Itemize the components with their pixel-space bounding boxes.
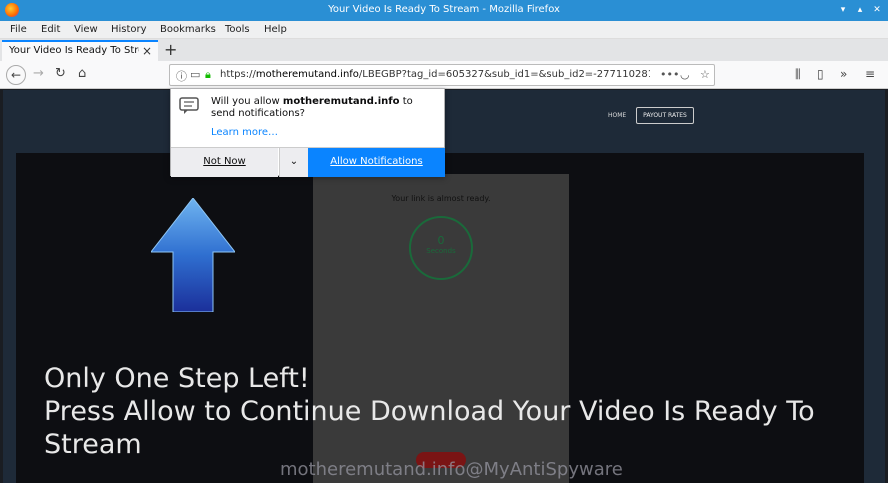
tab-close-icon[interactable]: ×: [142, 44, 152, 58]
lock-icon[interactable]: 🔒︎: [205, 68, 211, 82]
tab-label: Your Video Is Ready To Stream: [9, 45, 139, 56]
back-icon[interactable]: ←: [6, 65, 26, 85]
site-nav-home[interactable]: HOME: [608, 112, 626, 119]
headline-line-1: Only One Step Left!: [44, 363, 310, 394]
url-bar[interactable]: ⓘ ▭ 🔒︎ https://motheremutand.info/LBEGBP…: [169, 64, 715, 86]
site-nav-payout[interactable]: PAYOUT RATES: [636, 107, 694, 124]
ready-text: Your link is almost ready.: [391, 194, 491, 203]
home-icon[interactable]: ⌂: [78, 66, 86, 81]
sidebar-icon[interactable]: ▯: [817, 67, 824, 81]
popup-buttons: Not Now ⌄ Allow Notifications: [171, 147, 445, 177]
speech-bubble-icon: [179, 97, 199, 114]
countdown-unit: Seconds: [426, 247, 456, 255]
maximize-icon[interactable]: ▴: [853, 3, 867, 17]
menu-help[interactable]: Help: [264, 24, 287, 35]
menu-view[interactable]: View: [74, 24, 98, 35]
notification-permission-popup: Will you allow motheremutand.info to sen…: [170, 88, 445, 177]
learn-more-link[interactable]: Learn more…: [211, 127, 278, 138]
menu-edit[interactable]: Edit: [41, 24, 60, 35]
popup-message: Will you allow motheremutand.info to sen…: [211, 96, 413, 119]
info-icon[interactable]: ⓘ: [176, 68, 187, 84]
pocket-icon[interactable]: ◡: [680, 68, 690, 81]
menu-bookmarks[interactable]: Bookmarks: [160, 24, 216, 35]
not-now-button[interactable]: Not Now: [171, 148, 278, 177]
menubar: File Edit View History Bookmarks Tools H…: [0, 21, 888, 39]
window-titlebar: Your Video Is Ready To Stream - Mozilla …: [0, 0, 888, 21]
overflow-icon[interactable]: »: [840, 67, 847, 81]
chevron-down-icon[interactable]: ⌄: [279, 148, 308, 177]
menu-tools[interactable]: Tools: [225, 24, 250, 35]
url-text: https://motheremutand.info/LBEGBP?tag_id…: [220, 69, 650, 80]
headline: Only One Step Left! Press Allow to Conti…: [44, 362, 864, 461]
hamburger-menu-icon[interactable]: ≡: [865, 67, 875, 81]
countdown-value: 0: [437, 234, 445, 247]
navigation-toolbar: ← → ↻ ⌂ ⓘ ▭ 🔒︎ https://motheremutand.inf…: [0, 61, 888, 89]
new-tab-icon[interactable]: +: [164, 40, 177, 59]
forward-icon[interactable]: →: [33, 66, 44, 81]
tab-active[interactable]: Your Video Is Ready To Stream ×: [2, 40, 158, 61]
tab-strip: Your Video Is Ready To Stream × +: [0, 39, 888, 61]
up-arrow-icon: [151, 198, 235, 312]
minimize-icon[interactable]: ▾: [836, 3, 850, 17]
page-actions-icon[interactable]: •••: [660, 68, 679, 81]
window-title: Your Video Is Ready To Stream - Mozilla …: [328, 4, 560, 15]
reload-icon[interactable]: ↻: [55, 66, 66, 81]
countdown-circle: 0 Seconds: [409, 216, 473, 280]
notification-permission-icon[interactable]: ▭: [190, 68, 200, 81]
menu-file[interactable]: File: [10, 24, 27, 35]
close-window-icon[interactable]: ✕: [870, 3, 884, 17]
headline-line-2: Press Allow to Continue Download Your Vi…: [44, 396, 815, 460]
menu-history[interactable]: History: [111, 24, 147, 35]
allow-notifications-button[interactable]: Allow Notifications: [308, 148, 445, 177]
watermark: motheremutand.info@MyAntiSpyware: [280, 459, 623, 480]
library-icon[interactable]: ⫼: [795, 67, 801, 82]
bookmark-star-icon[interactable]: ☆: [700, 68, 710, 81]
